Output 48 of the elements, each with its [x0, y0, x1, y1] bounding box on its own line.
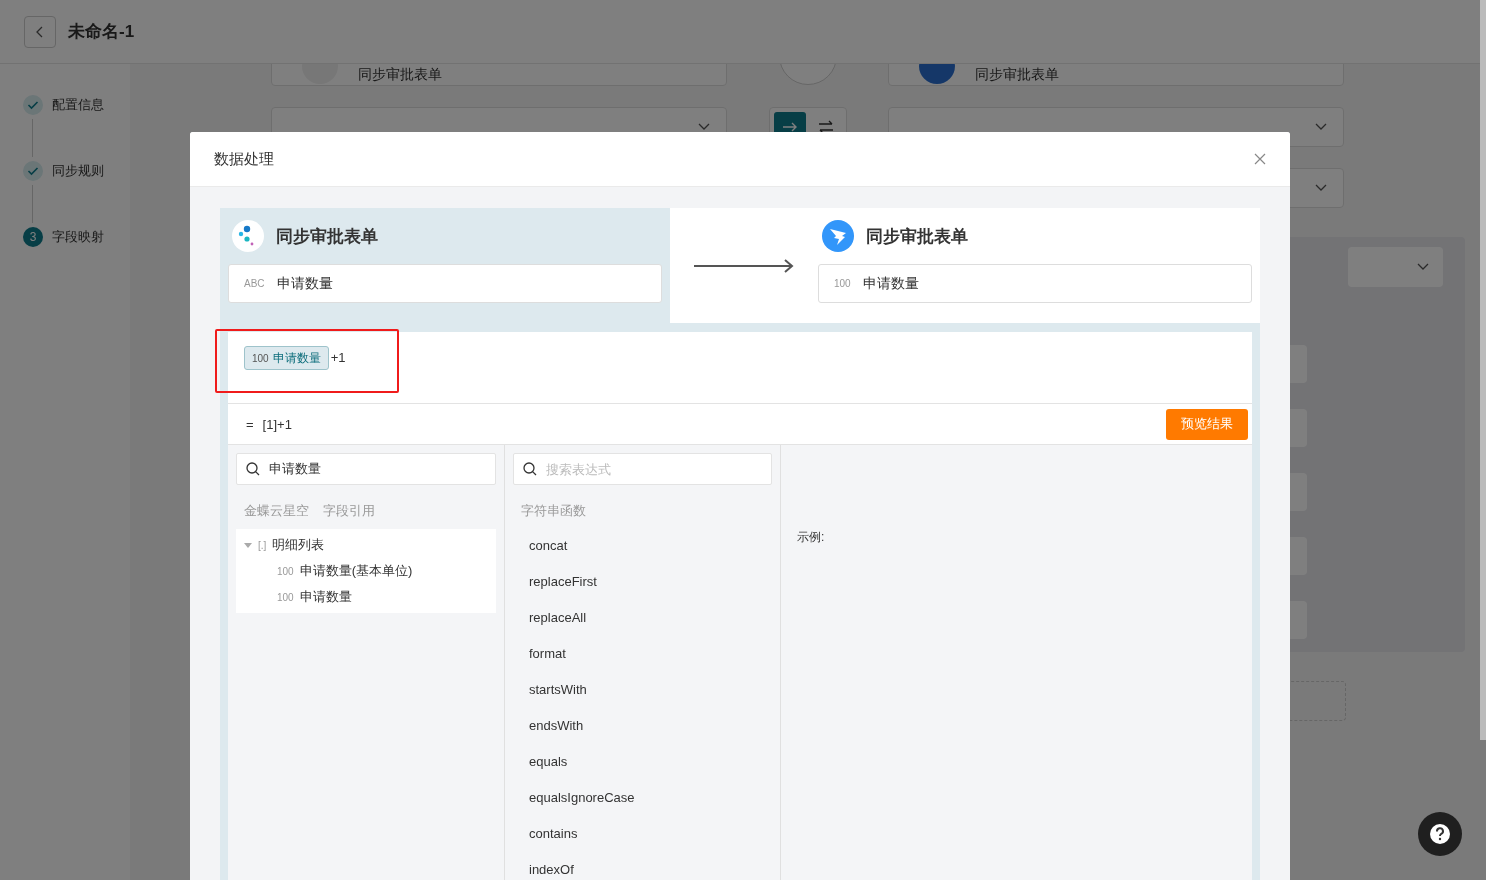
- expression-text: [1]+1: [262, 416, 292, 432]
- field-chip[interactable]: 100 申请数量: [244, 346, 329, 370]
- step-label[interactable]: 同步规则: [52, 162, 104, 180]
- target-field: 100 申请数量: [818, 264, 1252, 303]
- app-name: 同步审批表单: [276, 225, 378, 248]
- function-item[interactable]: replaceFirst: [513, 564, 772, 600]
- example-label: 示例:: [797, 530, 825, 544]
- function-group: 字符串函数: [521, 502, 586, 520]
- function-item[interactable]: endsWith: [513, 708, 772, 744]
- arrow-right-icon: [693, 258, 795, 273]
- function-item[interactable]: equalsIgnoreCase: [513, 780, 772, 816]
- caret-icon[interactable]: [244, 541, 252, 549]
- scrollbar[interactable]: [1480, 0, 1486, 740]
- search-icon: [246, 462, 260, 476]
- field-tree: [.] 明细列表 100 申请数量(基本单位) 100 申请数量: [236, 529, 496, 613]
- function-item[interactable]: indexOf: [513, 852, 772, 880]
- search-icon: [523, 462, 537, 476]
- formula-editor[interactable]: 100 申请数量 +1: [228, 332, 1252, 404]
- chevron-down-icon[interactable]: [1315, 184, 1327, 192]
- step-label[interactable]: 字段映射: [52, 228, 104, 246]
- chevron-down-icon[interactable]: [1417, 263, 1429, 271]
- chevron-down-icon[interactable]: [698, 123, 710, 131]
- step-label[interactable]: 配置信息: [52, 96, 104, 114]
- function-item[interactable]: equals: [513, 744, 772, 780]
- tree-item[interactable]: 申请数量: [299, 588, 352, 606]
- app-name: 同步审批表单: [358, 66, 442, 84]
- app-name: 同步审批表单: [975, 66, 1059, 84]
- field-select[interactable]: [1348, 247, 1443, 287]
- dialog-title: 数据处理: [214, 149, 274, 169]
- search-field[interactable]: 搜索表达式: [513, 453, 772, 485]
- tree-item[interactable]: 申请数量(基本单位): [299, 562, 413, 580]
- equals-sign: =: [246, 416, 254, 432]
- search-field[interactable]: 申请数量: [236, 453, 496, 485]
- step-number: 3: [23, 227, 43, 247]
- function-item[interactable]: replaceAll: [513, 600, 772, 636]
- page-title: 未命名-1: [68, 21, 135, 43]
- app-name: 同步审批表单: [866, 225, 968, 248]
- function-item[interactable]: contains: [513, 816, 772, 852]
- source-field: ABC 申请数量: [228, 264, 662, 303]
- formula-text: +1: [330, 349, 346, 367]
- question-icon[interactable]: [1429, 823, 1451, 845]
- function-item[interactable]: format: [513, 636, 772, 672]
- function-item[interactable]: concat: [513, 528, 772, 564]
- swap-icon[interactable]: [817, 120, 834, 134]
- chevron-down-icon[interactable]: [1315, 123, 1327, 131]
- function-item[interactable]: startsWith: [513, 672, 772, 708]
- tree-item[interactable]: 明细列表: [272, 536, 325, 554]
- back-icon[interactable]: [35, 25, 45, 38]
